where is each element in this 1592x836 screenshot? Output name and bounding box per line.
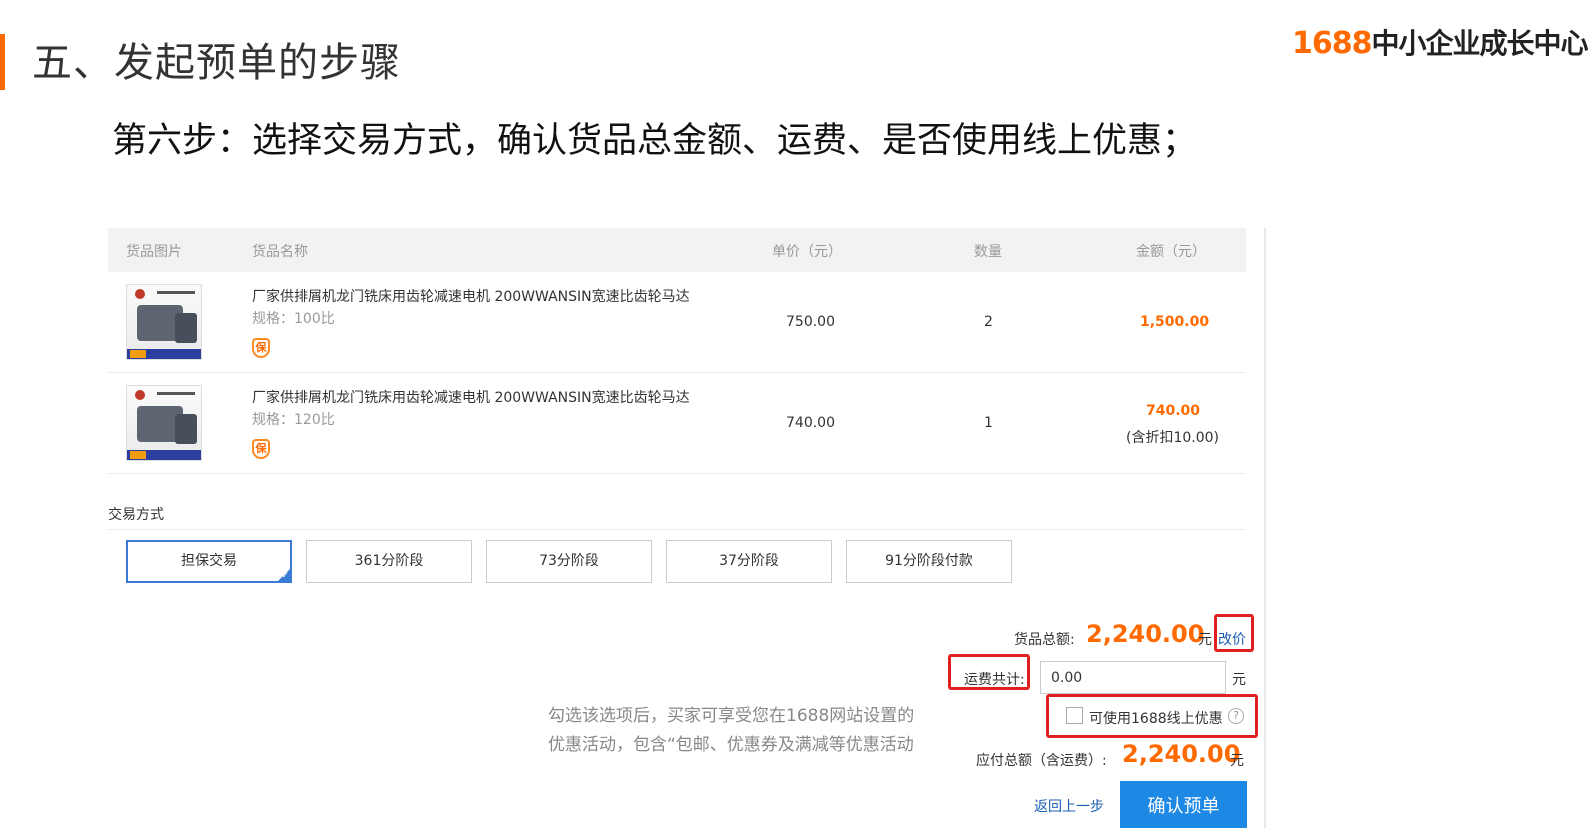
- help-question-icon[interactable]: ?: [1228, 708, 1244, 724]
- guarantee-shield-icon: 保: [252, 338, 270, 358]
- product-name[interactable]: 厂家供排屑机龙门铣床用齿轮减速电机 200WWANSIN宽速比齿轮马达: [252, 387, 690, 407]
- trade-option-label: 91分阶段付款: [885, 553, 973, 569]
- trade-option-91[interactable]: 91分阶段付款: [846, 540, 1012, 583]
- product-spec: 规格：100比: [252, 311, 335, 327]
- line-amount: 1,500.00: [1140, 314, 1210, 330]
- payable-total-label: 应付总额（含运费）:: [976, 753, 1107, 769]
- online-coupon-label[interactable]: 可使用1688线上优惠: [1089, 708, 1223, 728]
- column-header-image: 货品图片: [126, 244, 182, 260]
- trade-option-73[interactable]: 73分阶段: [486, 540, 652, 583]
- currency-unit: 元: [1232, 672, 1246, 688]
- unit-price: 750.00: [786, 314, 835, 330]
- payable-total-value: 2,240.00: [1122, 740, 1241, 768]
- slide-title: 五、发起预单的步骤: [32, 40, 401, 86]
- currency-unit: 元: [1230, 753, 1244, 769]
- title-accent-bar: [0, 34, 5, 90]
- coupon-tip-line-1: 勾选该选项后，买家可享受您在1688网站设置的: [548, 706, 915, 726]
- trade-option-37[interactable]: 37分阶段: [666, 540, 832, 583]
- freight-input[interactable]: [1040, 661, 1226, 694]
- product-name[interactable]: 厂家供排屑机龙门铣床用齿轮减速电机 200WWANSIN宽速比齿轮马达: [252, 286, 690, 306]
- order-panel: 货品图片 货品名称 单价（元） 数量 金额（元） 厂家供排屑机龙门铣床用齿轮减速…: [108, 228, 1266, 828]
- trade-option-guarantee[interactable]: 担保交易 ✓: [126, 540, 292, 583]
- back-link[interactable]: 返回上一步: [1034, 796, 1104, 816]
- goods-total-label: 货品总额:: [1014, 632, 1075, 648]
- quantity: 2: [984, 314, 993, 330]
- trade-option-label: 37分阶段: [719, 553, 779, 569]
- column-header-name: 货品名称: [252, 244, 308, 260]
- column-header-quantity: 数量: [974, 244, 1002, 260]
- brand-text: 中小企业成长中心: [1371, 27, 1589, 60]
- coupon-tip-line-2: 优惠活动，包含“包邮、优惠券及满减等优惠活动: [548, 735, 914, 755]
- column-header-amount: 金额（元）: [1136, 244, 1206, 260]
- divider: [108, 529, 1246, 530]
- trade-method-label: 交易方式: [108, 507, 164, 523]
- trade-option-label: 担保交易: [181, 553, 237, 569]
- online-coupon-checkbox[interactable]: [1066, 707, 1083, 724]
- unit-price: 740.00: [786, 415, 835, 431]
- currency-unit: 元: [1198, 632, 1212, 648]
- discount-note: (含折扣10.00): [1126, 430, 1220, 446]
- quantity: 1: [984, 415, 993, 431]
- highlight-box-freight: [948, 654, 1030, 690]
- highlight-box-edit-price: [1214, 614, 1254, 652]
- check-icon: ✓: [281, 571, 289, 581]
- table-row: 厂家供排屑机龙门铣床用齿轮减速电机 200WWANSIN宽速比齿轮马达 规格：1…: [108, 373, 1246, 474]
- table-header: 货品图片 货品名称 单价（元） 数量 金额（元）: [108, 228, 1246, 272]
- goods-total-value: 2,240.00: [1086, 620, 1205, 648]
- trade-option-label: 361分阶段: [354, 553, 424, 569]
- trade-option-361[interactable]: 361分阶段: [306, 540, 472, 583]
- guarantee-shield-icon: 保: [252, 439, 270, 459]
- product-spec: 规格：120比: [252, 412, 335, 428]
- brand-number: 1688: [1292, 26, 1372, 61]
- product-thumbnail[interactable]: [126, 385, 202, 461]
- product-thumbnail[interactable]: [126, 284, 202, 360]
- line-amount: 740.00: [1146, 403, 1201, 419]
- step-title: 第六步：选择交易方式，确认货品总金额、运费、是否使用线上优惠；: [112, 121, 1198, 161]
- confirm-order-button[interactable]: 确认预单: [1120, 781, 1247, 828]
- brand-logo: 1688中小企业成长中心: [1292, 22, 1589, 62]
- table-row: 厂家供排屑机龙门铣床用齿轮减速电机 200WWANSIN宽速比齿轮马达 规格：1…: [108, 272, 1246, 373]
- trade-option-label: 73分阶段: [539, 553, 599, 569]
- column-header-unit-price: 单价（元）: [772, 244, 842, 260]
